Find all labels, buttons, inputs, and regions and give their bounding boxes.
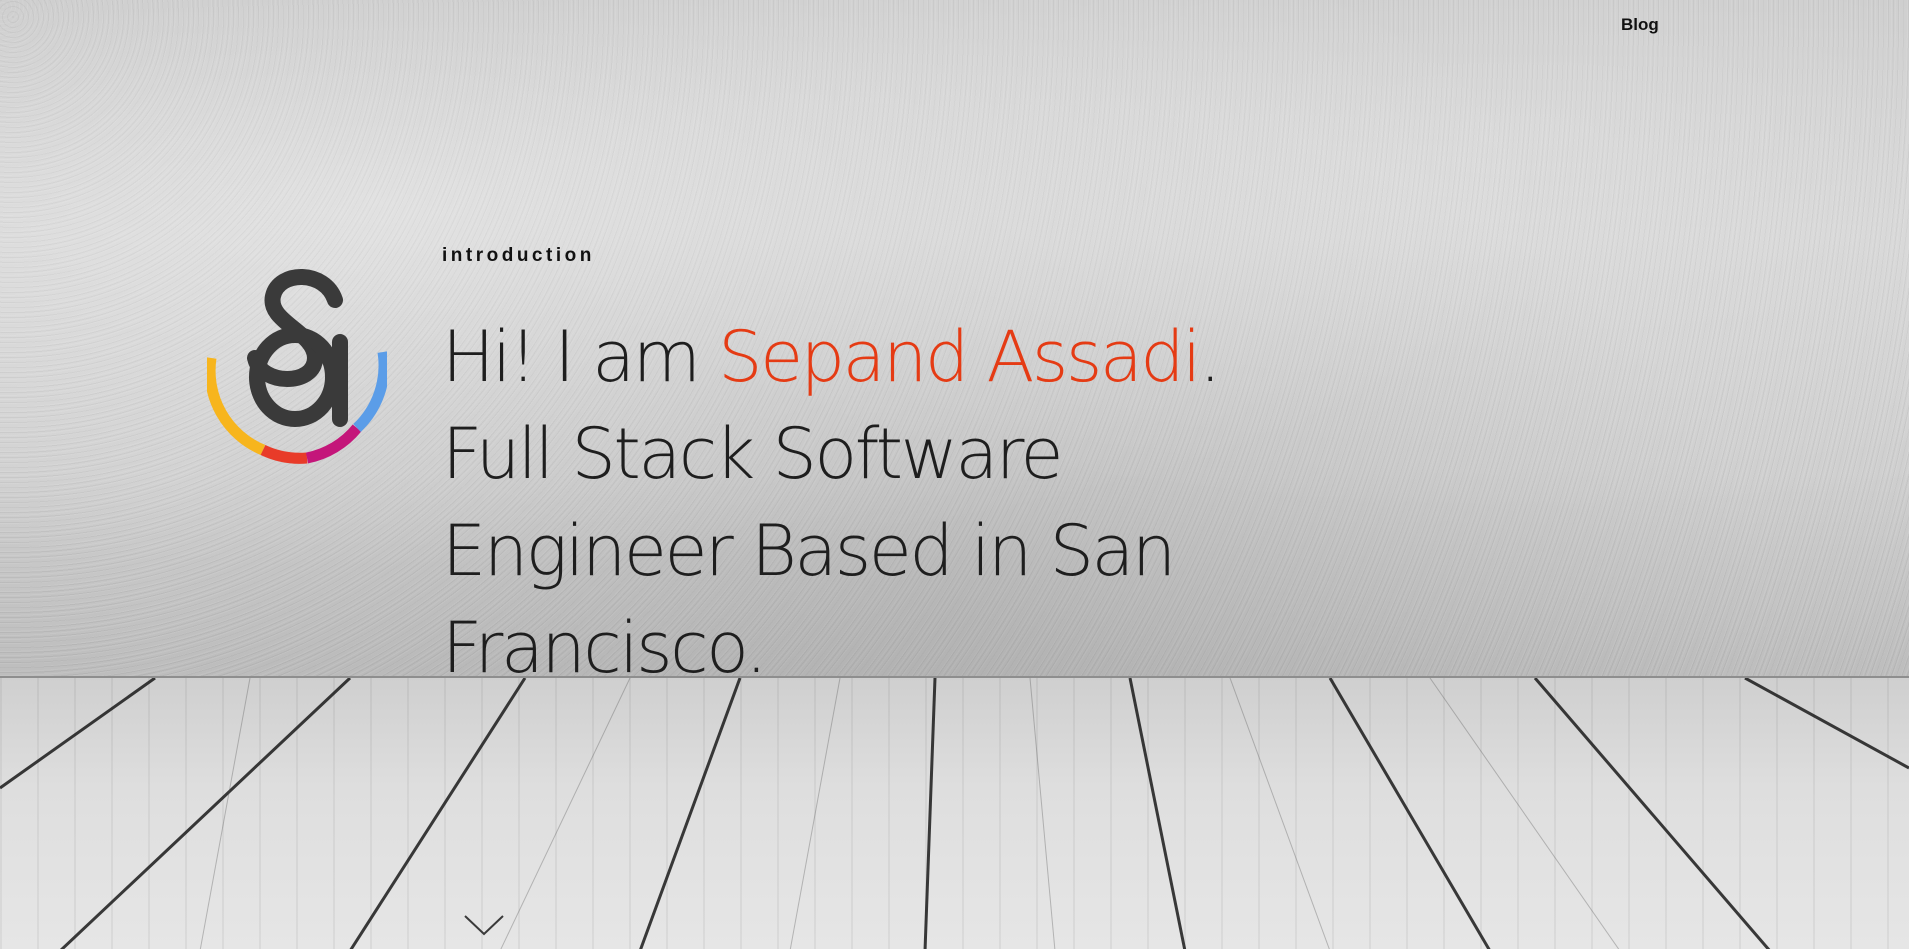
chevron-down-icon[interactable] — [463, 912, 505, 938]
headline-greeting: Hi! I am — [442, 316, 719, 398]
nav-blog-link[interactable]: Blog — [1621, 15, 1659, 35]
headline-tagline-line2: Engineer Based in San — [442, 510, 1176, 592]
headline-name: Sepand Assadi — [718, 316, 1201, 398]
sa-monogram-logo[interactable] — [207, 262, 387, 474]
section-label-introduction: introduction — [442, 245, 595, 266]
headline-greeting-end: . — [1199, 316, 1221, 398]
headline-tagline-line1: Full Stack Software — [442, 413, 1064, 495]
wooden-floor-background — [0, 676, 1909, 949]
headline-tagline-line3: Francisco. — [442, 607, 767, 689]
hero-headline: Hi! I am Sepand Assadi. Full Stack Softwa… — [442, 309, 1342, 697]
floor-plank-lines — [0, 678, 1909, 949]
